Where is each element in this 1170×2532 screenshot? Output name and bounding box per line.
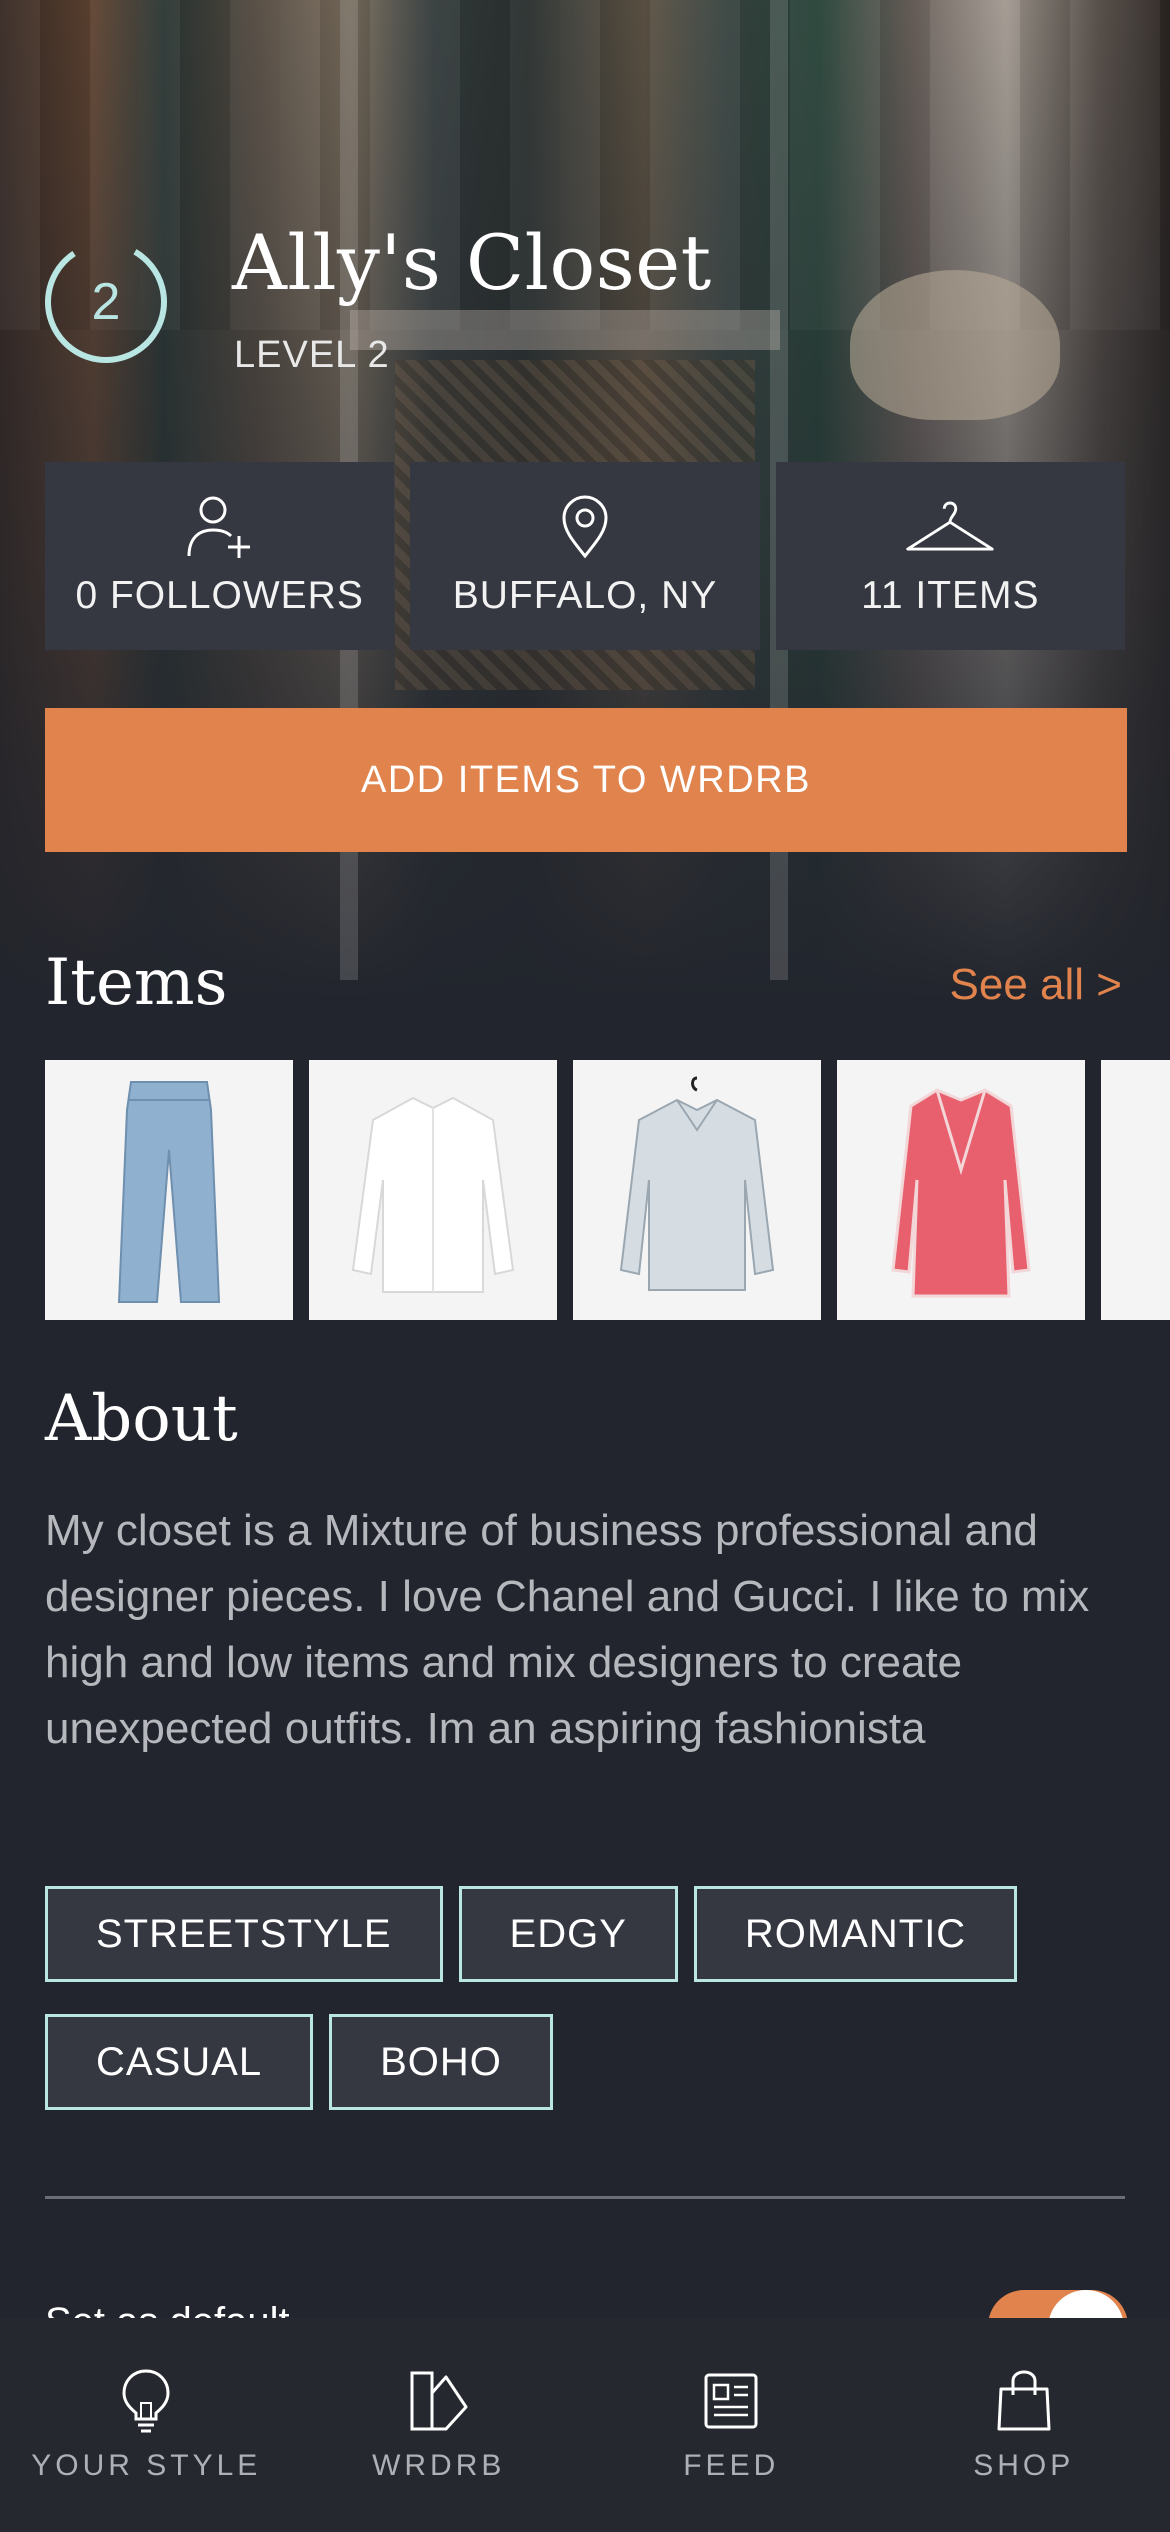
nav-shop-label: SHOP <box>973 2449 1075 2482</box>
items-count-label: 11 ITEMS <box>861 574 1040 617</box>
tag-streetstyle[interactable]: STREETSTYLE <box>45 1886 443 1982</box>
wardrobe-icon <box>410 2371 468 2431</box>
nav-feed[interactable]: FEED <box>585 2318 878 2532</box>
light-blue-shirt-image <box>619 1076 775 1291</box>
tag-edgy[interactable]: EDGY <box>458 1886 678 1982</box>
items-section-title: Items <box>45 946 228 1020</box>
nav-wrdrb-label: WRDRB <box>372 2449 506 2482</box>
nav-feed-label: FEED <box>683 2449 780 2482</box>
item-thumbnail-jeans[interactable] <box>45 1060 293 1320</box>
tag-romantic[interactable]: ROMANTIC <box>693 1886 1018 1982</box>
closet-title: Ally's Closet <box>232 218 712 307</box>
about-text: My closet is a Mixture of business profe… <box>45 1506 1090 1753</box>
bottom-navigation: YOUR STYLE WRDRB FEED SHOP <box>0 2318 1170 2532</box>
partial-item-image <box>1125 1070 1170 1310</box>
nav-shop[interactable]: SHOP <box>878 2318 1170 2532</box>
about-section-title: About <box>45 1382 238 1456</box>
lightbulb-icon <box>122 2369 170 2433</box>
style-tags: STREETSTYLE EDGY ROMANTIC CASUAL BOHO <box>45 1886 1125 2110</box>
pink-blazer-dress-image <box>891 1088 1031 1298</box>
followers-label: 0 FOLLOWERS <box>75 574 364 617</box>
nav-your-style-label: YOUR STYLE <box>31 2449 262 2482</box>
closet-shelf <box>350 310 780 350</box>
profile-stats: 0 FOLLOWERS BUFFALO, NY 11 ITEMS <box>45 462 1125 650</box>
item-thumbnail-light-blue-shirt[interactable] <box>573 1060 821 1320</box>
item-thumbnail-partial[interactable] <box>1101 1060 1170 1320</box>
tag-boho[interactable]: BOHO <box>329 2014 553 2110</box>
tag-casual[interactable]: CASUAL <box>45 2014 314 2110</box>
closet-hat <box>850 270 1060 420</box>
nav-wrdrb[interactable]: WRDRB <box>293 2318 586 2532</box>
newspaper-icon <box>704 2373 758 2429</box>
section-divider <box>45 2196 1125 2199</box>
nav-your-style[interactable]: YOUR STYLE <box>0 2318 293 2532</box>
jeans-image <box>117 1081 221 1303</box>
add-items-button[interactable]: ADD ITEMS TO WRDRB <box>45 708 1127 852</box>
item-thumbnail-white-shirt[interactable] <box>309 1060 557 1320</box>
location-pin-icon <box>562 495 608 559</box>
level-label: LEVEL 2 <box>234 334 390 376</box>
level-badge: 2 <box>44 240 168 364</box>
followers-stat[interactable]: 0 FOLLOWERS <box>45 462 395 650</box>
items-carousel[interactable] <box>45 1060 1170 1320</box>
location-label: BUFFALO, NY <box>452 574 718 617</box>
white-shirt-image <box>351 1096 515 1293</box>
items-stat[interactable]: 11 ITEMS <box>775 462 1125 650</box>
add-person-icon <box>187 496 250 558</box>
location-stat: BUFFALO, NY <box>410 462 760 650</box>
see-all-link[interactable]: See all > <box>950 960 1122 1010</box>
hanger-icon <box>906 501 994 551</box>
item-thumbnail-pink-blazer[interactable] <box>837 1060 1085 1320</box>
shopping-bag-icon <box>997 2370 1051 2431</box>
level-number: 2 <box>91 273 121 331</box>
